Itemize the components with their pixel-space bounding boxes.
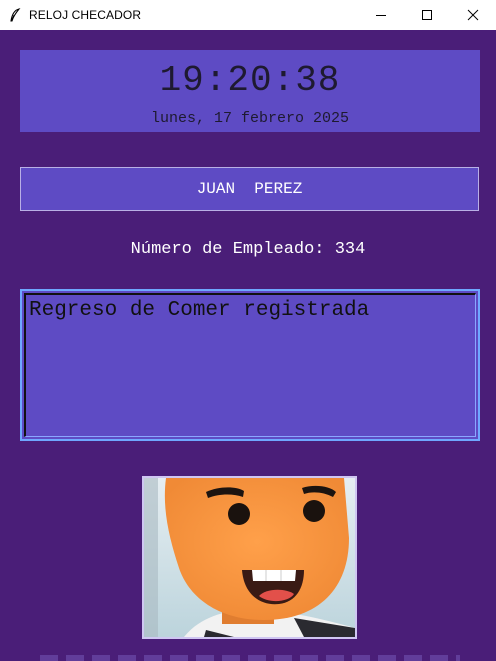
employee-photo [142, 476, 357, 639]
window-titlebar: RELOJ CHECADOR [0, 0, 496, 30]
minimize-icon [376, 15, 386, 16]
message-textbox[interactable]: Regreso de Comer registrada [20, 289, 480, 441]
employee-number-label: Número de Empleado: 334 [130, 240, 366, 259]
message-text: Regreso de Comer registrada [29, 299, 370, 322]
employee-name-box: JUAN PEREZ [20, 167, 479, 211]
close-button[interactable] [450, 0, 496, 30]
clock-date: lunes, 17 febrero 2025 [150, 110, 350, 127]
message-textbox-inner: Regreso de Comer registrada [24, 293, 476, 437]
window-title: RELOJ CHECADOR [29, 8, 142, 22]
maximize-icon [422, 10, 432, 20]
close-icon [467, 9, 479, 21]
cartoon-face-photo [144, 478, 355, 637]
maximize-button[interactable] [404, 0, 450, 30]
feather-icon [10, 8, 21, 22]
bottom-partial-text [40, 655, 460, 661]
clock-time: 19:20:38 [159, 60, 341, 101]
window-controls [358, 0, 496, 30]
minimize-button[interactable] [358, 0, 404, 30]
clock-panel: 19:20:38 lunes, 17 febrero 2025 [20, 50, 480, 132]
